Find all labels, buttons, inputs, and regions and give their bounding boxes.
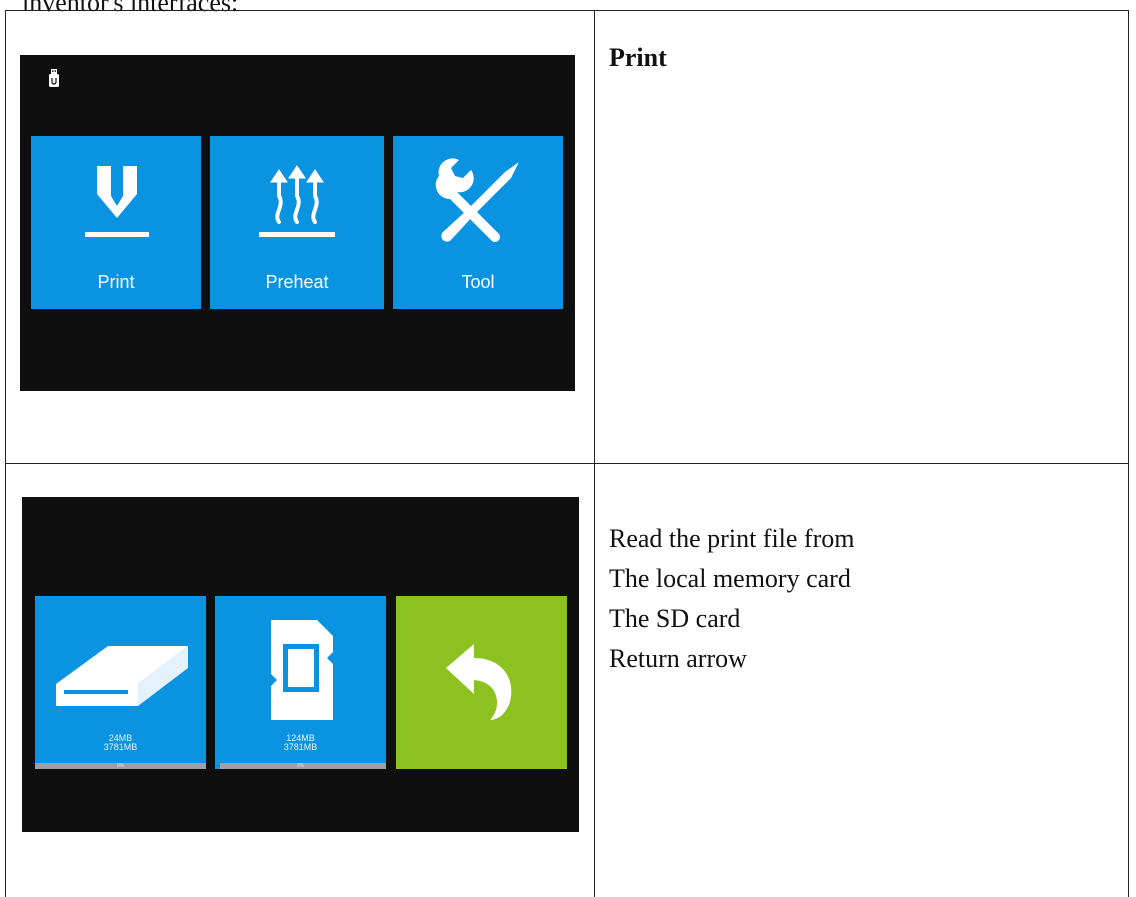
print-tile[interactable]: Print	[31, 136, 201, 309]
return-arrow-icon	[446, 644, 512, 720]
description-line: The local memory card	[609, 564, 851, 593]
local-total-size: 3781MB	[103, 742, 138, 752]
local-storage-tile[interactable]: 24MB 3781MB 0%	[35, 596, 206, 769]
row2-description: Read the print file from The local memor…	[609, 519, 854, 679]
preheat-tile[interactable]: Preheat	[210, 136, 384, 309]
local-storage-icon	[56, 646, 188, 706]
description-line: The SD card	[609, 604, 741, 633]
print-source-screen: 24MB 3781MB 0% 124MB 3781MB 3%	[22, 497, 579, 832]
row1-description: Print	[609, 43, 667, 72]
print-nozzle-icon	[85, 166, 149, 237]
return-tile[interactable]	[396, 596, 567, 769]
tool-tile-label: Tool	[461, 272, 495, 292]
table-row-divider	[5, 463, 1129, 464]
sd-card-icon	[271, 620, 333, 720]
preheat-tile-label: Preheat	[265, 272, 329, 292]
sd-card-percent: 3%	[296, 763, 305, 769]
usb-drive-icon	[48, 69, 60, 92]
tools-icon	[435, 158, 519, 242]
local-storage-percent: 0%	[116, 763, 125, 769]
preheat-heat-icon	[259, 165, 335, 237]
tool-tile[interactable]: Tool	[393, 136, 563, 309]
table-column-divider	[594, 10, 595, 897]
description-line: Return arrow	[609, 644, 747, 673]
main-menu-screen: Print Preheat Tool	[20, 55, 575, 391]
local-storage-progress: 0%	[35, 763, 206, 769]
sd-card-tile[interactable]: 124MB 3781MB 3%	[215, 596, 386, 769]
description-line: Read the print file from	[609, 524, 855, 553]
sd-total-size: 3781MB	[283, 742, 318, 752]
print-tile-label: Print	[97, 272, 135, 292]
sd-card-progress: 3%	[215, 763, 386, 769]
